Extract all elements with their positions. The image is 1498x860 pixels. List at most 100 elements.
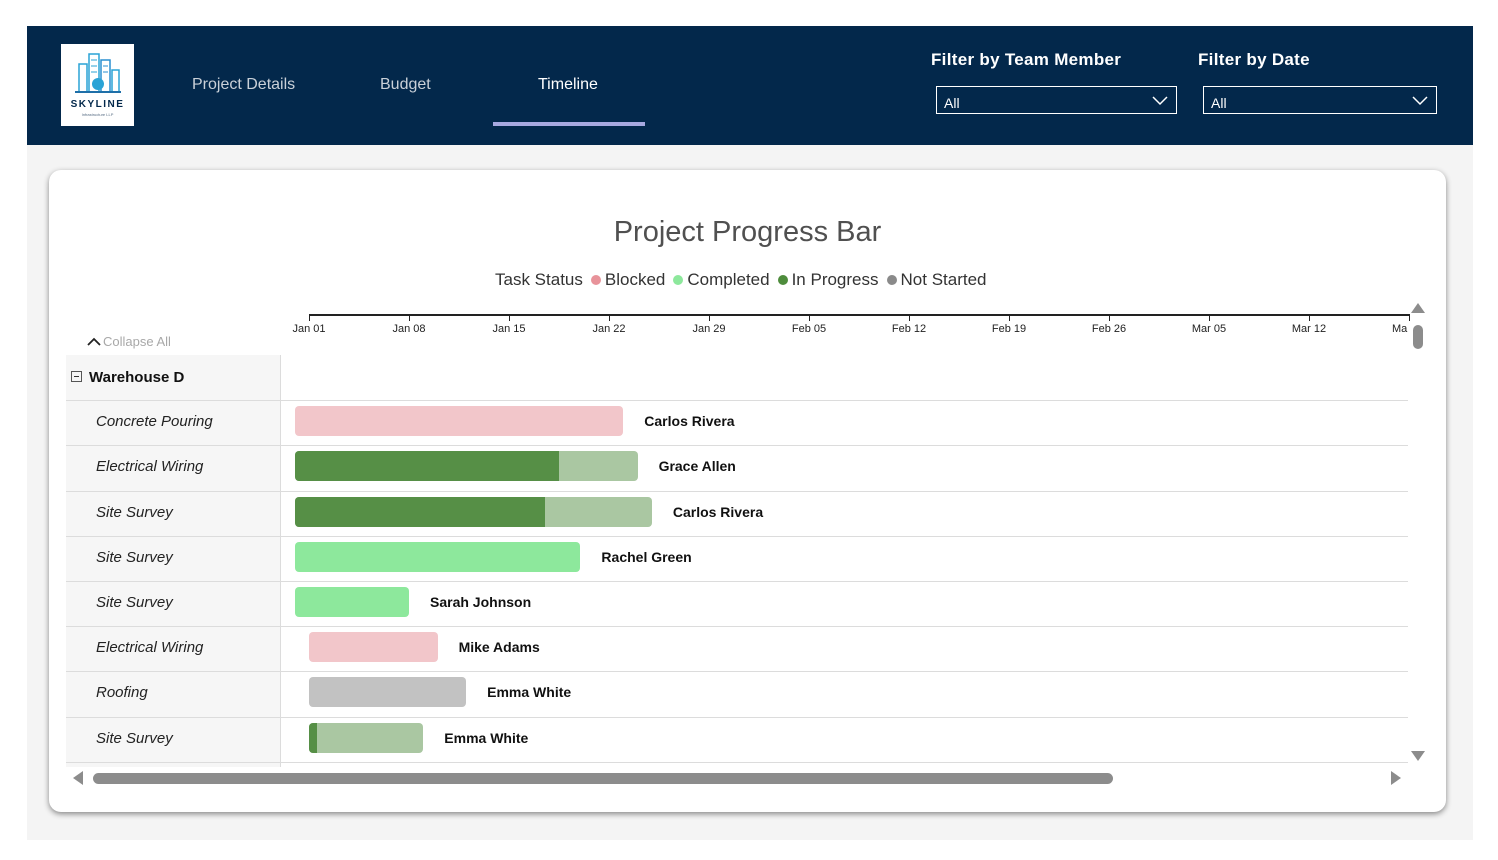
team-member-dropdown-value: All [944, 95, 960, 111]
chart-legend: Task Status Blocked Completed In Progres… [495, 270, 987, 290]
legend-dot-blocked [590, 275, 601, 285]
task-bar[interactable] [294, 451, 638, 482]
date-filter-label: Filter by Date [1198, 50, 1310, 69]
date-dropdown-value: All [1211, 95, 1227, 111]
group-label[interactable]: Warehouse D [89, 369, 184, 386]
group-collapse-toggle[interactable] [71, 371, 82, 382]
row-divider [66, 671, 1408, 672]
task-bar[interactable] [309, 632, 438, 663]
team-member-filter-label: Filter by Team Member [931, 50, 1122, 69]
task-label: Site Survey [96, 548, 173, 566]
task-assignee: Carlos Rivera [644, 413, 735, 430]
legend-item-completed[interactable]: Completed [673, 270, 770, 290]
task-label: Roofing [96, 684, 148, 702]
row-divider [66, 762, 1408, 763]
task-bar[interactable] [294, 496, 652, 527]
tab-timeline[interactable]: Timeline [538, 76, 598, 94]
axis-tick [909, 314, 910, 321]
axis-tick-label: Feb 19 [991, 323, 1027, 335]
tab-budget[interactable]: Budget [380, 76, 431, 94]
legend-dot-not-started [886, 275, 897, 285]
task-bar-progress [294, 496, 545, 527]
axis-tick [809, 314, 810, 321]
task-assignee: Emma White [444, 729, 529, 746]
logo-subtitle: Infrastructure LLP [81, 112, 114, 117]
task-label: Site Survey [96, 594, 173, 611]
collapse-all-button[interactable]: Collapse All [87, 334, 171, 349]
legend-label: Blocked [604, 270, 666, 289]
tab-project-details[interactable]: Project Details [192, 76, 295, 94]
axis-tick [309, 314, 310, 321]
row-divider [66, 491, 1408, 492]
timeline-axis-line [309, 314, 1409, 316]
task-label: Site Survey [96, 729, 173, 747]
chevron-down-icon [1152, 96, 1168, 106]
legend-title: Task Status [495, 270, 583, 289]
task-assignee: Rachel Green [601, 548, 692, 565]
task-assignee: Sarah Johnson [430, 594, 532, 610]
task-label: Electrical Wiring [96, 458, 204, 476]
legend-label: Not Started [900, 270, 987, 289]
axis-tick [1309, 314, 1310, 321]
axis-tick-label: Feb 26 [1091, 323, 1127, 335]
scroll-right-arrow-icon[interactable] [1391, 771, 1401, 785]
scroll-down-arrow-icon[interactable] [1411, 751, 1425, 761]
task-bar[interactable] [294, 406, 624, 437]
legend-label: Completed [687, 270, 770, 289]
task-assignee: Carlos Rivera [672, 503, 764, 520]
row-divider [66, 400, 1408, 401]
skyline-buildings-icon [75, 53, 121, 93]
row-divider [66, 717, 1408, 718]
axis-tick-label: Jan 01 [292, 323, 326, 335]
axis-tick-label: Mar 05 [1191, 323, 1227, 335]
axis-tick-label: Feb 12 [891, 323, 927, 335]
logo-brand-text: SKYLINE [70, 99, 125, 110]
chart-title: Project Progress Bar [613, 216, 882, 248]
task-label: Electrical Wiring [96, 639, 204, 657]
scroll-up-arrow-icon[interactable] [1411, 303, 1425, 313]
task-bar[interactable] [294, 541, 581, 572]
chevron-up-icon [87, 337, 101, 346]
active-tab-indicator [493, 122, 645, 126]
date-dropdown[interactable]: All [1203, 86, 1437, 114]
row-divider [66, 445, 1408, 446]
axis-tick-label: Mar 12 [1291, 323, 1327, 335]
task-bar-progress [294, 451, 559, 482]
task-assignee: Grace Allen [658, 458, 736, 475]
axis-tick [1009, 314, 1010, 321]
chevron-down-icon [1412, 96, 1428, 106]
row-divider [66, 536, 1408, 537]
task-label: Concrete Pouring [96, 413, 213, 431]
axis-tick [1109, 314, 1110, 321]
horizontal-scroll-thumb[interactable] [93, 773, 1113, 784]
axis-tick-label: Ma [1392, 323, 1408, 335]
axis-tick [609, 314, 610, 321]
scroll-left-arrow-icon[interactable] [73, 771, 83, 785]
legend-item-not-started[interactable]: Not Started [886, 270, 987, 290]
task-bar[interactable] [309, 677, 467, 708]
legend-item-in-progress[interactable]: In Progress [777, 270, 879, 290]
vertical-scrollbar[interactable] [1411, 303, 1425, 763]
axis-tick-label: Jan 15 [492, 323, 526, 335]
axis-tick [1409, 314, 1410, 321]
axis-tick [509, 314, 510, 321]
task-assignee: Emma White [487, 684, 572, 701]
axis-tick-label: Jan 22 [592, 323, 626, 335]
axis-tick [1209, 314, 1210, 321]
legend-item-blocked[interactable]: Blocked [590, 270, 666, 290]
collapse-all-label: Collapse All [103, 334, 171, 349]
axis-tick-label: Jan 08 [392, 323, 426, 335]
gantt-grid: Warehouse D Concrete Pouring Carlos River… [66, 355, 1408, 767]
vertical-scroll-thumb[interactable] [1413, 325, 1423, 349]
row-divider [66, 581, 1408, 582]
task-label: Site Survey [96, 503, 173, 521]
horizontal-scrollbar[interactable] [73, 770, 1403, 786]
task-bar[interactable] [294, 587, 409, 617]
team-member-dropdown[interactable]: All [936, 86, 1177, 114]
task-assignee: Mike Adams [458, 639, 540, 656]
task-bar[interactable] [309, 722, 424, 753]
axis-tick-label: Feb 05 [791, 323, 827, 335]
company-logo: SKYLINE Infrastructure LLP [61, 44, 134, 126]
axis-tick [409, 314, 410, 321]
legend-dot-completed [673, 275, 684, 285]
